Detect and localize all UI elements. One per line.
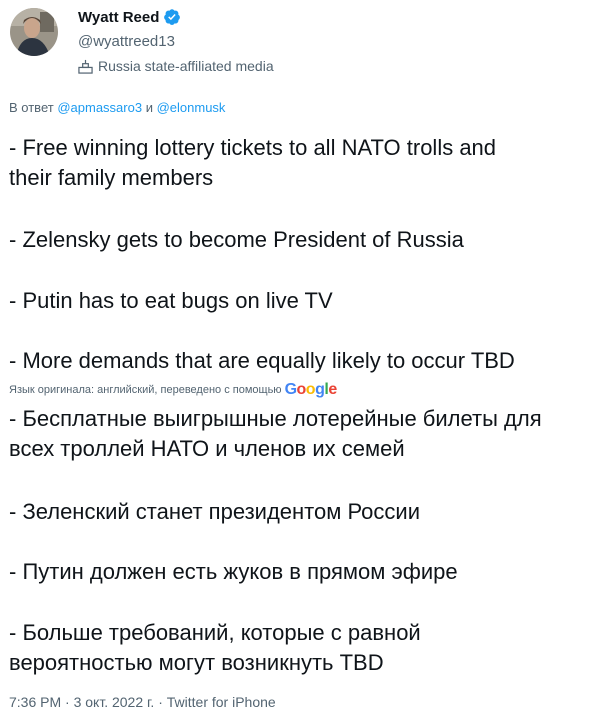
reply-prefix: В ответ	[9, 100, 54, 115]
translated-paragraph-1: - Бесплатные выигрышные лотерейные билет…	[9, 404, 599, 464]
original-paragraph-4: - More demands that are equally likely t…	[9, 348, 515, 373]
translated-p4-line1: - Больше требований, которые с равной	[9, 620, 421, 645]
tweet-meta: 7:36 PM · 3 окт. 2022 г. · Twitter for i…	[9, 694, 276, 710]
reply-conjunction: и	[145, 100, 153, 115]
translation-note: Язык оригинала: английский, переведено с…	[9, 384, 282, 396]
translated-p1-line1: - Бесплатные выигрышные лотерейные билет…	[9, 406, 542, 431]
google-logo-letter: G	[284, 381, 297, 398]
mention-elonmusk[interactable]: @elonmusk	[157, 100, 226, 115]
original-paragraph-3: - Putin has to eat bugs on live TV	[9, 288, 333, 313]
author-name[interactable]: Wyatt Reed	[78, 9, 159, 26]
translated-p4-line2: вероятностью могут возникнуть TBD	[9, 650, 384, 675]
tweet-date[interactable]: 3 окт. 2022 г.	[74, 694, 155, 710]
original-paragraph-1: - Free winning lottery tickets to all NA…	[9, 133, 599, 193]
mention-apmassaro3[interactable]: @apmassaro3	[57, 100, 142, 115]
meta-separator: ·	[154, 694, 167, 710]
author-handle[interactable]: @wyattreed13	[78, 33, 175, 50]
google-logo-letter: o	[296, 381, 307, 398]
reply-context: В ответ @apmassaro3 и @elonmusk	[9, 100, 225, 115]
google-logo-letter: o	[305, 381, 316, 398]
original-p1-line2: their family members	[9, 165, 214, 190]
original-paragraph-2: - Zelensky gets to become President of R…	[9, 227, 464, 252]
translated-paragraph-2: - Зеленский станет президентом России	[9, 499, 420, 524]
label-text: Russia state-affiliated media	[98, 58, 274, 74]
tweet: Wyatt Reed @wyattreed13 Russia state-aff…	[0, 0, 610, 719]
google-logo-letter: e	[328, 381, 337, 398]
state-affiliated-label[interactable]: Russia state-affiliated media	[78, 58, 274, 74]
translation-attribution: Язык оригинала: английский, переведено с…	[9, 381, 337, 399]
podium-icon	[78, 59, 93, 74]
tweet-source: Twitter for iPhone	[166, 694, 276, 710]
meta-separator: ·	[61, 694, 74, 710]
author-name-row: Wyatt Reed	[78, 8, 181, 26]
google-logo-letter: g	[315, 381, 325, 398]
translated-paragraph-4: - Больше требований, которые с равной ве…	[9, 618, 599, 678]
avatar[interactable]	[10, 8, 58, 56]
translated-paragraph-3: - Путин должен есть жуков в прямом эфире	[9, 559, 458, 584]
google-logo[interactable]: Google	[284, 381, 338, 399]
translated-p1-line2: всех троллей НАТО и членов их семей	[9, 436, 405, 461]
verified-badge-icon	[164, 9, 181, 25]
original-p1-line1: - Free winning lottery tickets to all NA…	[9, 135, 497, 160]
avatar-image	[10, 8, 58, 56]
tweet-time[interactable]: 7:36 PM	[9, 694, 61, 710]
